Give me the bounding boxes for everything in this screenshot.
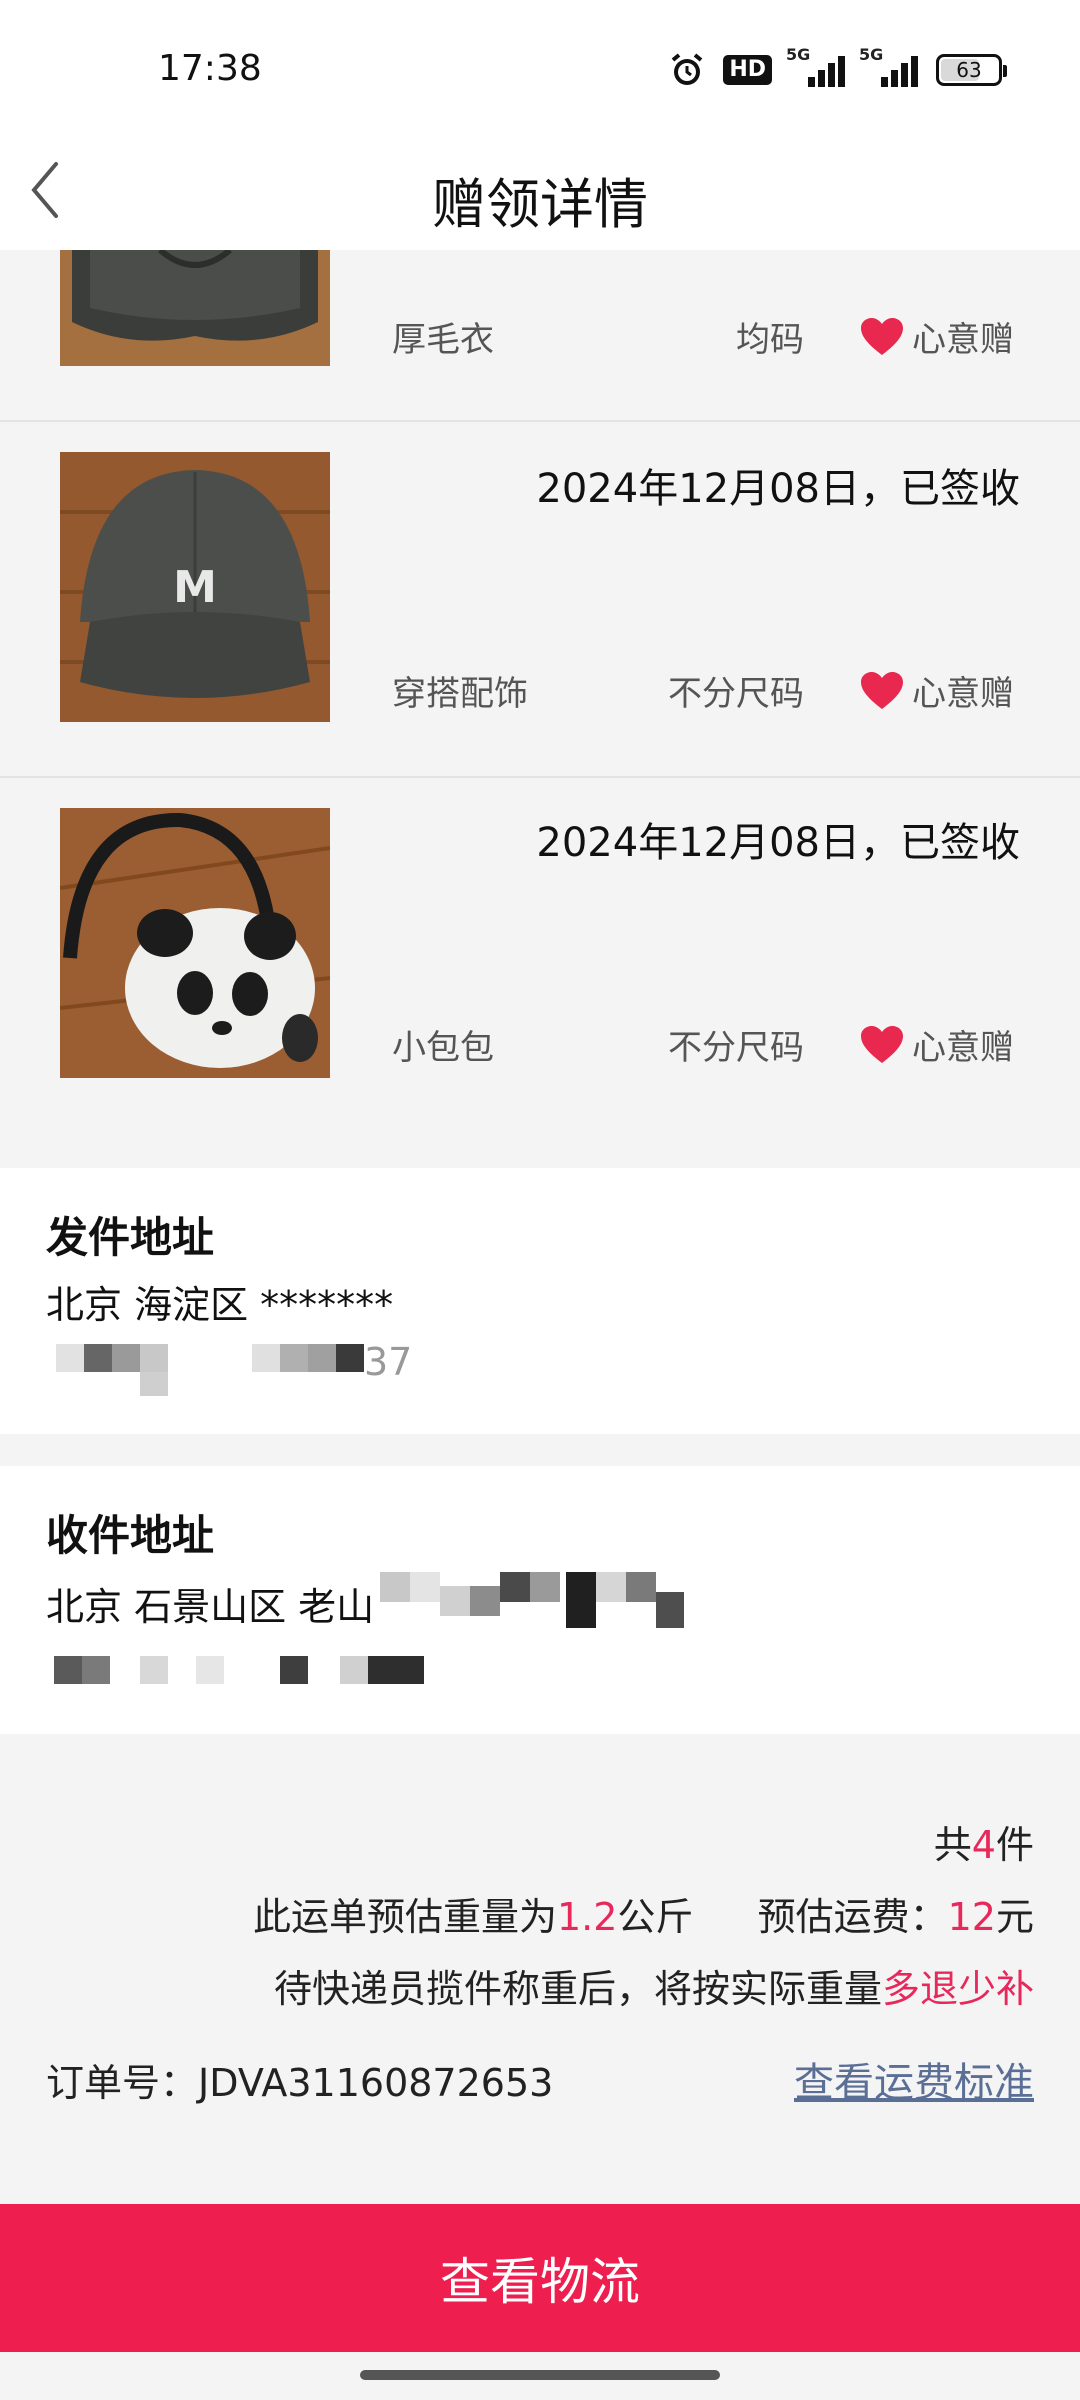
battery-icon: 63: [936, 54, 1007, 86]
alarm-icon: [672, 53, 703, 85]
sweater-image: [60, 250, 330, 366]
list-item[interactable]: 厚毛衣 均码 心意赠: [0, 250, 1080, 422]
item-thumbnail[interactable]: [60, 250, 330, 366]
order-number-label: 订单号：: [46, 2061, 199, 2105]
sender-address-partial: 37: [364, 1340, 413, 1384]
network-label-2: 5G: [859, 45, 884, 64]
item-date: 2024年12月08日，已签收: [536, 820, 1020, 866]
item-thumbnail[interactable]: [60, 808, 330, 1078]
item-tag-label: 心意赠: [912, 320, 1014, 360]
fee-value: 12: [947, 1895, 996, 1939]
sender-address-section: 发件地址 北京 海淀区 ******* 37: [0, 1168, 1080, 1434]
item-tag: 心意赠: [860, 1020, 1014, 1069]
weight-unit: 公斤: [617, 1895, 694, 1939]
sender-address-line: 北京 海淀区 *******: [46, 1283, 394, 1327]
home-indicator[interactable]: [360, 2370, 720, 2380]
network-label-1: 5G: [786, 45, 811, 64]
status-time: 17:38: [158, 48, 262, 89]
item-tag: 心意赠: [860, 666, 1014, 715]
order-number-value: JDVA31160872653: [198, 2061, 554, 2105]
item-size: 均码: [736, 320, 804, 360]
weight-value: 1.2: [556, 1895, 618, 1939]
item-name: 穿搭配饰: [392, 674, 528, 714]
heart-icon: [861, 1025, 903, 1063]
status-bar: 17:38 HD 5G 5G 63: [0, 0, 1080, 140]
item-name: 厚毛衣: [392, 320, 494, 360]
order-number: 订单号：JDVA31160872653: [46, 2052, 553, 2107]
item-count: 共4件: [934, 1814, 1034, 1869]
weight-note: 待快递员揽件称重后，将按实际重量多退少补: [274, 1958, 1034, 2013]
receiver-address-line: 北京 石景山区 老山: [46, 1585, 375, 1629]
fee-standard-link[interactable]: 查看运费标准: [794, 2050, 1034, 2108]
signal-5g-icon-2: 5G: [859, 45, 918, 87]
item-tag-label: 心意赠: [912, 1028, 1014, 1068]
weight-prefix: 此运单预估重量为: [252, 1895, 557, 1939]
item-count-prefix: 共: [933, 1823, 972, 1867]
receiver-address-section: 收件地址 北京 石景山区 老山: [0, 1466, 1080, 1734]
heart-icon: [861, 317, 903, 355]
svg-text:M: M: [173, 562, 217, 613]
view-logistics-button[interactable]: 查看物流: [0, 2204, 1080, 2352]
item-size: 不分尺码: [668, 1028, 804, 1068]
page-title: 赠领详情: [432, 173, 648, 236]
fee-unit: 元: [995, 1895, 1034, 1939]
weight-note-highlight: 多退少补: [881, 1967, 1034, 2011]
weight-note-text: 待快递员揽件称重后，将按实际重量: [273, 1967, 882, 2011]
weight-fee-line: 此运单预估重量为1.2公斤 预估运费：12元: [253, 1886, 1034, 1941]
item-tag: 心意赠: [860, 312, 1014, 361]
signal-5g-icon: 5G: [786, 45, 845, 87]
sender-address-title: 发件地址: [46, 1213, 215, 1262]
item-date: 2024年12月08日，已签收: [536, 466, 1020, 512]
panda-bag-image: [60, 808, 330, 1078]
battery-level: 63: [956, 58, 982, 82]
status-icons: HD 5G 5G 63: [669, 45, 1007, 90]
item-size: 不分尺码: [668, 674, 804, 714]
list-item[interactable]: M 2024年12月08日，已签收 穿搭配饰 不分尺码 心意赠: [0, 424, 1080, 778]
hd-icon: HD: [723, 55, 772, 85]
item-tag-label: 心意赠: [912, 674, 1014, 714]
item-name: 小包包: [392, 1028, 494, 1068]
item-count-value: 4: [971, 1823, 996, 1867]
list-item[interactable]: 2024年12月08日，已签收 小包包 不分尺码 心意赠: [0, 778, 1080, 1168]
item-thumbnail[interactable]: M: [60, 452, 330, 722]
fee-prefix: 预估运费：: [757, 1895, 948, 1939]
header: 赠领详情: [0, 140, 1080, 250]
receiver-address-title: 收件地址: [46, 1511, 215, 1560]
item-count-suffix: 件: [995, 1823, 1034, 1867]
heart-icon: [861, 671, 903, 709]
cap-image: M: [60, 452, 330, 722]
